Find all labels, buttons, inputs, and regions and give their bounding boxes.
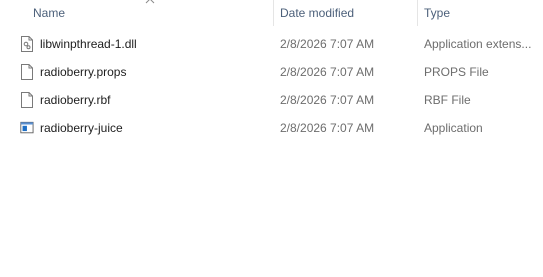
column-header-bar: Name Date modified Type — [0, 0, 543, 26]
file-name: libwinpthread-1.dll — [40, 37, 137, 51]
file-type: PROPS File — [424, 65, 489, 79]
file-type: Application extens... — [424, 37, 532, 51]
generic-file-icon — [21, 92, 33, 108]
column-header-name[interactable]: Name — [0, 0, 274, 26]
column-header-date-modified[interactable]: Date modified — [274, 0, 418, 26]
file-date-modified: 2/8/2026 7:07 AM — [280, 37, 375, 51]
file-row[interactable]: libwinpthread-1.dll 2/8/2026 7:07 AM App… — [0, 30, 543, 58]
file-explorer-list-view: Name Date modified Type libwinpthread-1.… — [0, 0, 543, 277]
file-row[interactable]: radioberry.props 2/8/2026 7:07 AM PROPS … — [0, 58, 543, 86]
file-row[interactable]: radioberry.rbf 2/8/2026 7:07 AM RBF File — [0, 86, 543, 114]
file-type: RBF File — [424, 93, 471, 107]
file-date-modified: 2/8/2026 7:07 AM — [280, 121, 375, 135]
file-date-modified: 2/8/2026 7:07 AM — [280, 93, 375, 107]
file-row[interactable]: radioberry-juice 2/8/2026 7:07 AM Applic… — [0, 114, 543, 142]
file-name: radioberry.rbf — [40, 93, 111, 107]
file-list: libwinpthread-1.dll 2/8/2026 7:07 AM App… — [0, 30, 543, 142]
file-type: Application — [424, 121, 483, 135]
application-icon — [20, 121, 34, 134]
column-header-type[interactable]: Type — [418, 0, 543, 26]
file-name: radioberry.props — [40, 65, 127, 79]
generic-file-icon — [21, 64, 33, 80]
dll-file-icon — [21, 36, 33, 52]
file-name: radioberry-juice — [40, 121, 123, 135]
file-date-modified: 2/8/2026 7:07 AM — [280, 65, 375, 79]
